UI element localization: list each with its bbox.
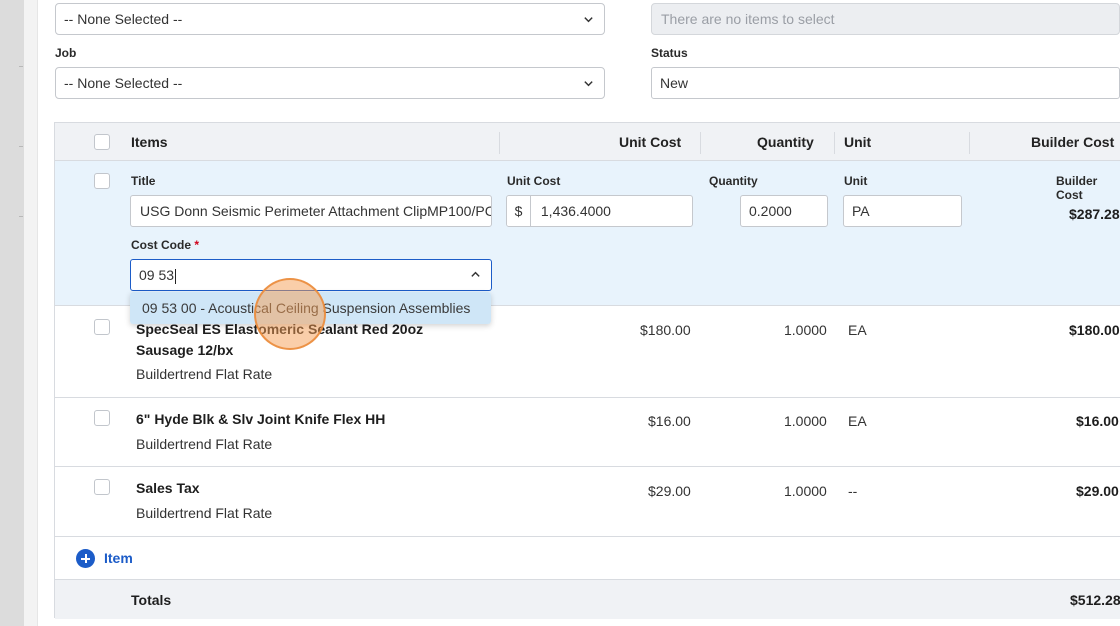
title-label: Title <box>131 174 156 188</box>
required-marker: * <box>194 238 200 252</box>
item-subtitle: Buildertrend Flat Rate <box>136 505 273 521</box>
disabled-select: There are no items to select <box>651 3 1120 35</box>
gutter-mark <box>19 66 23 67</box>
column-separator <box>834 132 835 154</box>
gutter-mark <box>19 216 23 217</box>
header-unit-cost: Unit Cost <box>619 134 682 150</box>
totals-row: Totals $512.28 <box>55 579 1120 619</box>
chevron-up-icon[interactable] <box>470 269 481 280</box>
click-indicator <box>254 278 326 350</box>
header-unit: Unit <box>844 134 872 150</box>
item-quantity: 1.0000 <box>784 413 827 429</box>
side-panel-edge <box>24 0 38 626</box>
item-unit: EA <box>848 413 867 429</box>
totals-label: Totals <box>131 592 172 608</box>
table-header: Items Unit Cost Quantity Unit Builder Co… <box>55 123 1120 161</box>
status-label: Status <box>651 46 688 60</box>
item-unit: -- <box>848 483 858 499</box>
chevron-down-icon <box>584 81 593 87</box>
item-subtitle: Buildertrend Flat Rate <box>136 436 273 452</box>
row-checkbox[interactable] <box>94 410 110 426</box>
item-name: Sales Tax <box>136 480 200 496</box>
item-builder-cost: $180.00 <box>1069 322 1120 338</box>
row-checkbox[interactable] <box>94 319 110 335</box>
cost-code-label-text: Cost Code <box>131 238 191 252</box>
item-quantity: 1.0000 <box>784 483 827 499</box>
unit-cost-value: 1,436.4000 <box>540 203 611 219</box>
item-quantity: 1.0000 <box>784 322 827 338</box>
column-separator <box>499 132 500 154</box>
unit-value: PA <box>852 203 870 219</box>
text-caret <box>175 268 177 284</box>
totals-value: $512.28 <box>1070 592 1120 608</box>
table-row: Sales Tax Buildertrend Flat Rate $29.00 … <box>55 467 1120 537</box>
app-left-gutter <box>0 0 24 626</box>
item-unit-cost: $180.00 <box>640 322 691 338</box>
unit-cost-input[interactable]: $ 1,436.4000 <box>506 195 693 227</box>
item-builder-cost: $29.00 <box>1076 483 1119 499</box>
header-builder-cost: Builder Cost <box>1031 134 1115 150</box>
row-checkbox[interactable] <box>94 479 110 495</box>
first-select-value: -- None Selected -- <box>64 11 183 27</box>
item-unit: EA <box>848 322 867 338</box>
quantity-input[interactable]: 0.2000 <box>740 195 828 227</box>
status-field[interactable]: New <box>651 67 1120 99</box>
disabled-select-text: There are no items to select <box>661 11 835 27</box>
plus-circle-icon <box>76 549 95 568</box>
column-separator <box>969 132 970 154</box>
title-input[interactable]: USG Donn Seismic Perimeter Attachment Cl… <box>130 195 492 227</box>
status-value: New <box>660 75 689 91</box>
builder-cost-label: Builder Cost <box>1056 174 1098 202</box>
unit-label: Unit <box>844 174 868 188</box>
line-items-table: Items Unit Cost Quantity Unit Builder Co… <box>54 122 1120 619</box>
editing-line-item: Title USG Donn Seismic Perimeter Attachm… <box>55 161 1120 306</box>
quantity-value: 0.2000 <box>749 203 792 219</box>
first-select[interactable]: -- None Selected -- <box>55 3 605 35</box>
item-unit-cost: $16.00 <box>648 413 691 429</box>
header-items: Items <box>131 134 168 150</box>
job-label: Job <box>55 46 77 60</box>
item-name: 6" Hyde Blk & Slv Joint Knife Flex HH <box>136 411 386 427</box>
row-checkbox[interactable] <box>94 173 110 189</box>
column-separator <box>700 132 701 154</box>
item-builder-cost: $16.00 <box>1076 413 1119 429</box>
add-item-label: Item <box>104 550 133 566</box>
quantity-label: Quantity <box>709 174 758 188</box>
table-row: 6" Hyde Blk & Slv Joint Knife Flex HH Bu… <box>55 398 1120 467</box>
builder-cost-value: $287.28 <box>1069 206 1120 222</box>
gutter-mark <box>19 146 23 147</box>
item-unit-cost: $29.00 <box>648 483 691 499</box>
currency-prefix: $ <box>507 196 531 226</box>
cost-code-input-value: 09 53 <box>139 267 175 283</box>
select-all-checkbox[interactable] <box>94 134 110 150</box>
cost-code-label: Cost Code * <box>131 238 199 252</box>
purchase-order-form: -- None Selected -- There are no items t… <box>38 0 1120 626</box>
job-select[interactable]: -- None Selected -- <box>55 67 605 99</box>
job-select-value: -- None Selected -- <box>64 75 183 91</box>
chevron-down-icon <box>584 17 593 23</box>
title-input-value: USG Donn Seismic Perimeter Attachment Cl… <box>140 203 492 219</box>
unit-input[interactable]: PA <box>843 195 962 227</box>
header-quantity: Quantity <box>757 134 814 150</box>
unit-cost-label: Unit Cost <box>507 174 561 188</box>
item-subtitle: Buildertrend Flat Rate <box>136 366 273 382</box>
